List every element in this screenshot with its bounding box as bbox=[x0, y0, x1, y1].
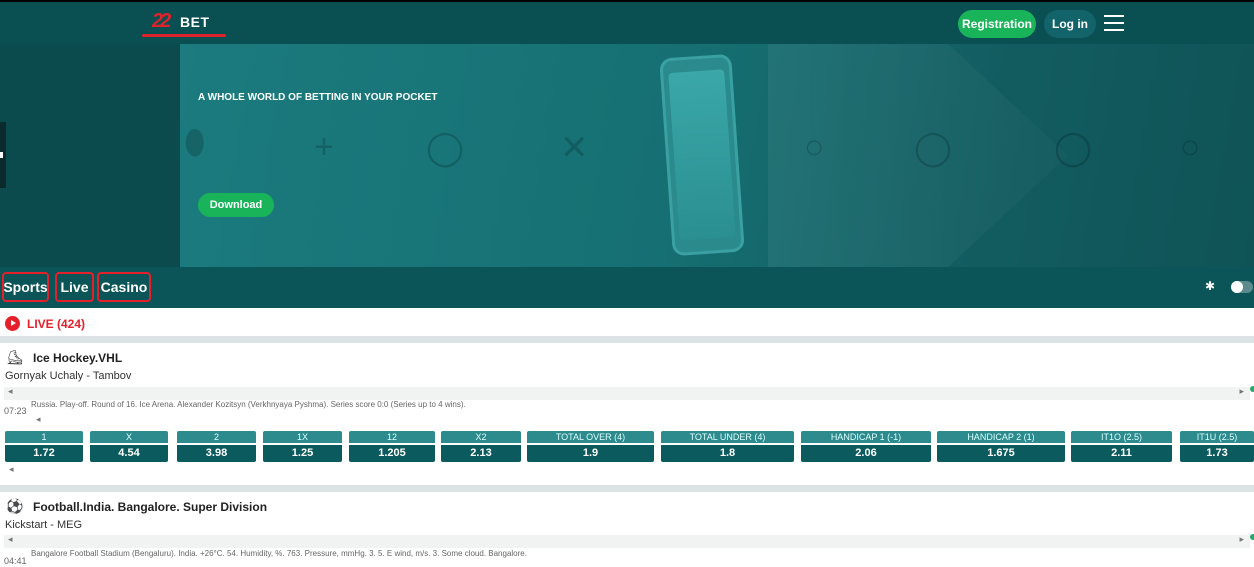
main-nav: Sports Live Casino bbox=[0, 267, 1254, 308]
download-button[interactable]: Download bbox=[198, 193, 274, 217]
scroll-right-icon[interactable]: ▸ bbox=[1239, 534, 1244, 545]
odds-value: 1.72 bbox=[5, 445, 83, 462]
nav-casino[interactable]: Casino bbox=[97, 272, 151, 302]
odds-value: 2.13 bbox=[441, 445, 521, 462]
odds-value: 1.73 bbox=[1180, 445, 1254, 462]
football-icon: ⚽ bbox=[6, 498, 24, 514]
login-button[interactable]: Log in bbox=[1044, 10, 1096, 38]
side-tab[interactable] bbox=[0, 122, 6, 188]
status-dot bbox=[1250, 386, 1254, 392]
match-info: Bangalore Football Stadium (Bengaluru). … bbox=[31, 549, 527, 558]
live-play-icon bbox=[5, 316, 20, 331]
odds-label: IT1U (2.5) bbox=[1180, 431, 1254, 443]
banner-title: A WHOLE WORLD OF BETTING IN YOUR POCKET bbox=[198, 92, 438, 103]
odds-button[interactable]: 12 1.205 bbox=[349, 431, 435, 462]
logo-number: 22 bbox=[152, 10, 171, 32]
menu-icon[interactable] bbox=[1104, 15, 1124, 33]
divider bbox=[0, 485, 1254, 492]
odds-label: 12 bbox=[349, 431, 435, 443]
theme-toggle[interactable] bbox=[1231, 281, 1253, 293]
match-teams[interactable]: Gornyak Uchaly - Tambov bbox=[5, 370, 131, 382]
scroll-bar[interactable]: ◂ ▸ bbox=[4, 534, 1250, 548]
ice-hockey-icon: ⛸ bbox=[6, 349, 24, 365]
odds-value: 3.98 bbox=[177, 445, 256, 462]
football-icon: ⬮ bbox=[184, 124, 206, 162]
divider bbox=[0, 336, 1254, 343]
circle-icon: ○ bbox=[1180, 128, 1201, 166]
league-title[interactable]: Ice Hockey.VHL bbox=[33, 351, 122, 365]
cross-icon: ✕ bbox=[560, 129, 589, 167]
match-teams[interactable]: Kickstart - MEG bbox=[5, 519, 82, 531]
logo-text: BET bbox=[180, 14, 210, 30]
scroll-bar[interactable]: ◂ ▸ bbox=[4, 386, 1250, 400]
scroll-left-icon[interactable]: ◂ bbox=[8, 534, 13, 545]
live-count: LIVE (424) bbox=[27, 317, 86, 331]
ball-icon: ◯ bbox=[426, 129, 465, 167]
match-time: 04:41 bbox=[4, 556, 27, 566]
odds-button[interactable]: X2 2.13 bbox=[441, 431, 521, 462]
odds-button[interactable]: IT1U (2.5) 1.73 bbox=[1180, 431, 1254, 462]
scroll-left-icon[interactable]: ◂ bbox=[8, 386, 13, 397]
odds-button[interactable]: X 4.54 bbox=[90, 431, 168, 462]
odds-label: X2 bbox=[441, 431, 521, 443]
odds-value: 1.675 bbox=[937, 445, 1065, 462]
match-info: Russia. Play-off. Round of 16. Ice Arena… bbox=[31, 400, 466, 409]
odds-label: TOTAL OVER (4) bbox=[527, 431, 654, 443]
odds-button[interactable]: IT1O (2.5) 2.11 bbox=[1071, 431, 1172, 462]
ball-icon: ◯ bbox=[1054, 129, 1093, 167]
odds-button[interactable]: TOTAL UNDER (4) 1.8 bbox=[661, 431, 794, 462]
top-header: 22 BET Registration Log in bbox=[0, 0, 1254, 44]
logo[interactable]: 22 BET bbox=[142, 10, 226, 40]
settings-icon[interactable]: ✱ bbox=[1205, 279, 1215, 293]
odds-label: HANDICAP 1 (-1) bbox=[801, 431, 931, 443]
odds-button[interactable]: HANDICAP 2 (1) 1.675 bbox=[937, 431, 1065, 462]
odds-button[interactable]: TOTAL OVER (4) 1.9 bbox=[527, 431, 654, 462]
odds-value: 1.205 bbox=[349, 445, 435, 462]
plus-icon: + bbox=[314, 128, 334, 166]
odds-button[interactable]: HANDICAP 1 (-1) 2.06 bbox=[801, 431, 931, 462]
phone-illustration bbox=[659, 53, 745, 257]
odds-value: 1.9 bbox=[527, 445, 654, 462]
promo-banner: ⬮ + ◯ ✕ ○ ◯ ◯ ○ bbox=[180, 44, 1254, 267]
game-card bbox=[0, 343, 1254, 485]
odds-button[interactable]: 2 3.98 bbox=[177, 431, 256, 462]
odds-value: 2.06 bbox=[801, 445, 931, 462]
odds-label: TOTAL UNDER (4) bbox=[661, 431, 794, 443]
odds-label: 1 bbox=[5, 431, 83, 443]
ball-icon: ◯ bbox=[914, 129, 953, 167]
league-title[interactable]: Football.India. Bangalore. Super Divisio… bbox=[33, 500, 267, 514]
nav-live[interactable]: Live bbox=[55, 272, 94, 302]
odds-button[interactable]: 1X 1.25 bbox=[263, 431, 342, 462]
registration-button[interactable]: Registration bbox=[958, 10, 1036, 38]
status-dot bbox=[1250, 534, 1254, 540]
odds-label: 2 bbox=[177, 431, 256, 443]
odds-value: 1.8 bbox=[661, 445, 794, 462]
odds-label: HANDICAP 2 (1) bbox=[937, 431, 1065, 443]
odds-value: 2.11 bbox=[1071, 445, 1172, 462]
odds-label: IT1O (2.5) bbox=[1071, 431, 1172, 443]
scroll-right-icon[interactable]: ▸ bbox=[1239, 386, 1244, 397]
scroll-left-icon[interactable]: ◂ bbox=[36, 414, 41, 425]
live-header[interactable]: LIVE (424) bbox=[0, 308, 1254, 336]
scroll-left-icon[interactable]: ◂ bbox=[9, 464, 14, 475]
odds-label: X bbox=[90, 431, 168, 443]
logo-underline bbox=[142, 34, 226, 37]
odds-value: 1.25 bbox=[263, 445, 342, 462]
odds-value: 4.54 bbox=[90, 445, 168, 462]
circle-icon: ○ bbox=[804, 128, 825, 166]
odds-button[interactable]: 1 1.72 bbox=[5, 431, 83, 462]
nav-sports[interactable]: Sports bbox=[2, 272, 49, 302]
odds-label: 1X bbox=[263, 431, 342, 443]
match-time: 07:23 bbox=[4, 406, 27, 416]
